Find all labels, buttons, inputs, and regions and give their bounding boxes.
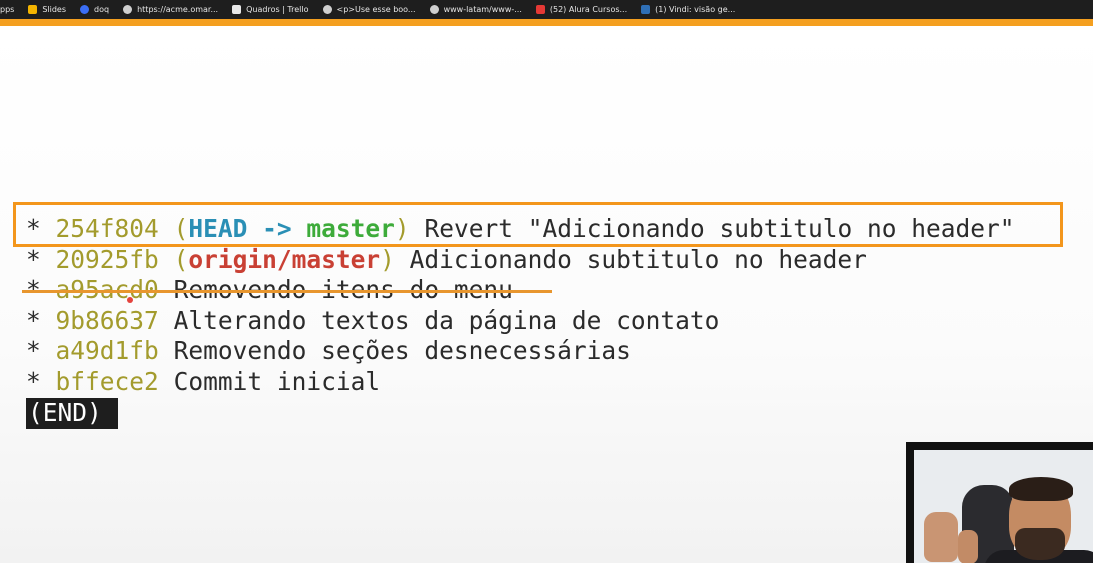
commit-line: * 20925fb (origin/master) Adicionando su… [26,245,1014,276]
bookmark-label: www-latam/www-... [443,5,522,14]
bookmark-use-esse[interactable]: <p>Use esse boo... [322,5,416,14]
bookmark-label: pps [0,5,15,14]
youtube-icon [535,5,545,14]
ref-origin-master: origin/master [188,244,381,274]
hair [1009,477,1073,501]
bullet: * [26,366,41,396]
commit-hash: 20925fb [55,244,159,274]
bullet: * [26,244,41,274]
commit-line: * 9b86637 Alterando textos da página de … [26,306,1014,337]
pointer-dot [127,297,133,303]
globe-icon [123,5,133,14]
bookmark-label: <p>Use esse boo... [336,5,416,14]
trello-icon [232,5,242,14]
strikethrough-annotation [22,290,552,293]
commit-message: Commit inicial [173,366,381,396]
bookmark-label: Quadros | Trello [246,5,309,14]
commit-hash: bffece2 [55,366,159,396]
commit-message: Removendo seções desnecessárias [173,336,631,365]
bookmark-label: doq [94,5,110,14]
bookmark-label: https://acme.omar... [137,5,219,14]
webcam-background [914,450,1093,563]
beard [1015,528,1065,560]
pager-line: (END) [26,397,1014,429]
bullet: * [26,305,41,335]
bookmarks-bar: pps Slides doq https://acme.omar... Quad… [0,0,1093,19]
linkedin-icon [641,5,651,14]
bookmark-label: Slides [42,5,67,14]
bookmark-alura[interactable]: (52) Alura Cursos... [535,5,628,14]
commit-hash: 9b86637 [55,305,159,335]
commit-hash: a49d1fb [55,336,159,365]
bookmark-doq[interactable]: doq [80,5,109,14]
bookmark-label: (1) Vindi: visão ge... [655,5,736,14]
commit-line: * a49d1fb Removendo seções desnecessária… [26,336,1014,367]
commit-line: * bffece2 Commit inicial [26,367,1014,398]
accent-divider [0,19,1093,26]
globe-icon [322,5,332,14]
bookmark-label: (52) Alura Cursos... [549,5,628,14]
hand [958,530,978,563]
bookmark-apps[interactable]: pps [0,5,14,14]
slides-icon [28,5,38,14]
doq-icon [80,5,90,14]
ref-close-paren: ) [380,244,395,274]
bookmark-vindi[interactable]: (1) Vindi: visão ge... [641,5,735,14]
commit-message: Adicionando subtitulo no header [409,244,867,274]
bookmark-trello[interactable]: Quadros | Trello [232,5,309,14]
bookmark-acme[interactable]: https://acme.omar... [123,5,218,14]
webcam-overlay [906,442,1093,563]
github-icon [429,5,439,14]
hand [924,512,958,562]
bookmark-www-latam[interactable]: www-latam/www-... [429,5,522,14]
bookmark-slides[interactable]: Slides [28,5,66,14]
highlight-annotation-box [13,202,1063,247]
commit-message: Alterando textos da página de contato [173,305,720,335]
pager-end-marker: (END) [26,398,118,429]
ref-open-paren: ( [173,244,189,274]
bullet: * [26,336,41,365]
